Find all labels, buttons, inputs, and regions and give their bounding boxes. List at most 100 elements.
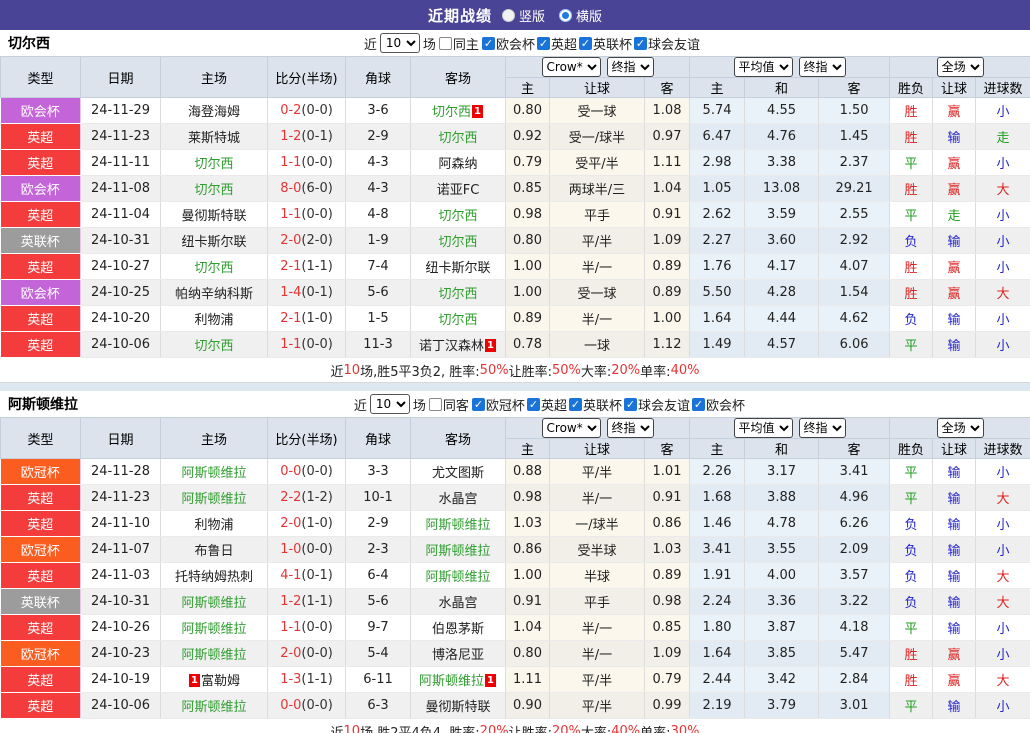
corner-score: 1-5 <box>345 305 411 332</box>
checkbox-checked-icon[interactable] <box>481 36 495 50</box>
home-team: 布鲁日 <box>160 536 268 563</box>
average-select[interactable]: 平均值 <box>733 418 793 438</box>
league-filter[interactable]: 英联杯 <box>578 34 632 53</box>
league-filter[interactable]: 英超 <box>526 395 567 414</box>
result-handicap: 输 <box>932 458 977 485</box>
odds-away: 0.91 <box>644 201 691 228</box>
avg-away: 5.47 <box>818 640 891 667</box>
league-filter[interactable]: 欧会杯 <box>481 34 535 53</box>
summary-segment: 大率: <box>580 725 612 733</box>
col-odds-away: 客 <box>643 438 691 459</box>
same-venue-filter[interactable]: 同主 <box>438 34 479 53</box>
corner-score: 9-7 <box>345 614 411 641</box>
match-row: 欧会杯 24-11-08 切尔西 8-0(6-0) 4-3 诺亚FC 0.85 两球半/三 1.… <box>0 175 1030 202</box>
league-filter[interactable]: 英超 <box>536 34 577 53</box>
bookmaker-select[interactable]: Crow* <box>541 57 601 77</box>
recent-results-page: 近期战绩 竖版 横版 切尔西 近 10 场 同主 欧会杯英超英联杯球会友谊 <box>0 0 1030 733</box>
league-filter[interactable]: 球会友谊 <box>623 395 690 414</box>
result-handicap: 输 <box>932 227 977 254</box>
checkbox-checked-icon[interactable] <box>536 36 550 50</box>
final-odds-select[interactable]: 终指 <box>606 57 654 77</box>
result-handicap: 输 <box>932 123 977 150</box>
league-filter[interactable]: 欧冠杯 <box>471 395 525 414</box>
radio-vertical-layout[interactable]: 竖版 <box>501 6 545 25</box>
odds-handicap: 平/半 <box>549 458 645 485</box>
checkbox-checked-icon[interactable] <box>471 397 485 411</box>
odds-handicap: 平/半 <box>549 692 645 719</box>
result-wdl: 平 <box>889 692 934 719</box>
average-final-select[interactable]: 终指 <box>798 418 846 438</box>
odds-home: 0.78 <box>505 331 550 358</box>
recent-count-select[interactable]: 10 <box>369 394 410 414</box>
col-wdl: 胜负 <box>889 77 934 98</box>
full-match-select[interactable]: 全场 <box>936 418 984 438</box>
away-team: 曼彻斯特联 <box>410 692 506 719</box>
odds-handicap: 受半球 <box>549 536 645 563</box>
average-final-select[interactable]: 终指 <box>798 57 846 77</box>
radio-checked-icon[interactable] <box>559 8 572 22</box>
final-odds-select[interactable]: 终指 <box>606 418 654 438</box>
away-team-name: 水晶宫 <box>438 492 478 507</box>
half-time-score: (0-1) <box>301 129 333 144</box>
filter-controls: 近 10 场 同客 欧冠杯英超英联杯球会友谊欧会杯 <box>354 394 745 414</box>
results-table-chelsea: 类型 日期 主场 比分(半场) 角球 客场 Crow* 终指 平均值 终指 全场 主… <box>0 56 1030 358</box>
col-avg-home: 主 <box>689 438 746 459</box>
checkbox-checked-icon[interactable] <box>526 397 540 411</box>
summary-segment: 单率: <box>640 725 671 733</box>
odds-handicap: 受平/半 <box>549 149 645 176</box>
avg-away: 3.41 <box>818 458 891 485</box>
summary-segment: 40% <box>670 362 700 378</box>
checkbox-checked-icon[interactable] <box>568 397 582 411</box>
avg-away: 2.92 <box>818 227 891 254</box>
home-team-name: 阿斯顿维拉 <box>181 596 247 611</box>
checkbox-unchecked-icon[interactable] <box>438 36 452 50</box>
league-badge: 英超 <box>0 123 81 150</box>
same-venue-filter[interactable]: 同客 <box>428 395 469 414</box>
results-table-aston-villa: 类型 日期 主场 比分(半场) 角球 客场 Crow* 终指 平均值 终指 全场 主… <box>0 417 1030 719</box>
odds-away: 0.89 <box>644 279 691 306</box>
checkbox-unchecked-icon[interactable] <box>428 397 442 411</box>
league-filter[interactable]: 球会友谊 <box>633 34 700 53</box>
avg-home: 2.19 <box>689 692 746 719</box>
away-team: 水晶宫 <box>410 588 506 615</box>
avg-home: 1.80 <box>689 614 746 641</box>
avg-draw: 4.57 <box>744 331 820 358</box>
league-badge: 英联杯 <box>0 227 81 254</box>
checkbox-checked-icon[interactable] <box>691 397 705 411</box>
avg-away: 3.22 <box>818 588 891 615</box>
half-time-score: (0-0) <box>301 464 333 479</box>
checkbox-checked-icon[interactable] <box>633 36 647 50</box>
score: 1-1(0-0) <box>267 614 346 641</box>
league-filter[interactable]: 英联杯 <box>568 395 622 414</box>
away-team: 伯恩茅斯 <box>410 614 506 641</box>
league-badge: 英超 <box>0 201 81 228</box>
league-badge: 欧会杯 <box>0 279 81 306</box>
checkbox-checked-icon[interactable] <box>578 36 592 50</box>
away-team: 纽卡斯尔联 <box>410 253 506 280</box>
home-team-name: 纽卡斯尔联 <box>181 235 247 250</box>
checkbox-checked-icon[interactable] <box>623 397 637 411</box>
home-team-name: 利物浦 <box>194 518 234 533</box>
home-team: 利物浦 <box>160 510 268 537</box>
radio-unchecked-icon[interactable] <box>501 8 515 22</box>
result-handicap: 输 <box>932 305 977 332</box>
team-name-title: 阿斯顿维拉 <box>8 397 78 413</box>
away-team-name: 切尔西 <box>431 105 471 120</box>
odds-handicap: 半/一 <box>549 614 645 641</box>
summary-segment: 30% <box>670 723 700 733</box>
bookmaker-select[interactable]: Crow* <box>541 418 601 438</box>
avg-draw: 3.36 <box>744 588 820 615</box>
home-team: 切尔西 <box>160 175 268 202</box>
score: 1-1(0-0) <box>267 149 346 176</box>
score: 1-2(0-1) <box>267 123 346 150</box>
full-time-score: 2-1 <box>280 311 302 326</box>
avg-draw: 3.59 <box>744 201 820 228</box>
full-match-select[interactable]: 全场 <box>936 57 984 77</box>
league-filter[interactable]: 欧会杯 <box>691 395 745 414</box>
recent-count-select[interactable]: 10 <box>379 33 420 53</box>
odds-home: 0.98 <box>505 201 550 228</box>
radio-horizontal-layout[interactable]: 横版 <box>559 6 602 25</box>
match-row: 英超 24-10-27 切尔西 2-1(1-1) 7-4 纽卡斯尔联 1.00 半/一 0.89… <box>0 253 1030 280</box>
odds-home: 0.79 <box>505 149 550 176</box>
average-select[interactable]: 平均值 <box>733 57 793 77</box>
